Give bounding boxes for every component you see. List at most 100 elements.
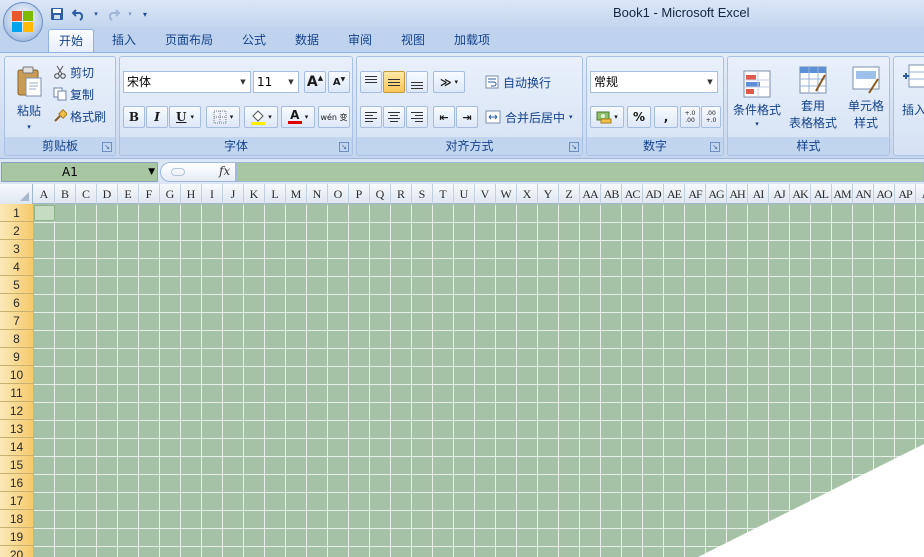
cell-styles-button[interactable]: 单元格 样式 — [842, 61, 890, 135]
orientation-button[interactable]: ≫ ▾ — [433, 71, 465, 93]
font-color-button[interactable]: A ▾ — [281, 106, 315, 128]
column-header-c[interactable]: C — [76, 184, 97, 204]
column-header-ac[interactable]: AC — [622, 184, 643, 204]
column-header-ag[interactable]: AG — [706, 184, 727, 204]
column-header-al[interactable]: AL — [811, 184, 832, 204]
tab-addins[interactable]: 加载项 — [442, 29, 502, 53]
undo-dropdown-icon[interactable]: ▾ — [92, 5, 100, 23]
row-header-5[interactable]: 5 — [0, 276, 33, 294]
cut-button[interactable]: 剪切 — [53, 62, 94, 82]
column-header-k[interactable]: K — [244, 184, 265, 204]
column-header-s[interactable]: S — [412, 184, 433, 204]
alignment-launcher-icon[interactable]: ↘ — [569, 142, 579, 152]
name-box[interactable]: A1 ▼ — [1, 162, 158, 182]
row-header-13[interactable]: 13 — [0, 420, 33, 438]
number-launcher-icon[interactable]: ↘ — [710, 142, 720, 152]
column-header-r[interactable]: R — [391, 184, 412, 204]
column-header-l[interactable]: L — [265, 184, 286, 204]
column-header-d[interactable]: D — [97, 184, 118, 204]
fill-color-button[interactable]: ▾ — [244, 106, 278, 128]
align-middle-button[interactable] — [383, 71, 405, 93]
column-header-aj[interactable]: AJ — [769, 184, 790, 204]
borders-button[interactable]: ▾ — [206, 106, 240, 128]
row-header-12[interactable]: 12 — [0, 402, 33, 420]
underline-button[interactable]: U ▾ — [169, 106, 201, 128]
customize-qat-icon[interactable]: ▾ — [138, 5, 152, 23]
phonetic-button[interactable]: wén 变 — [318, 106, 350, 128]
tab-formulas[interactable]: 公式 — [230, 29, 278, 53]
column-header-y[interactable]: Y — [538, 184, 559, 204]
column-header-e[interactable]: E — [118, 184, 139, 204]
insert-function-button[interactable]: fx — [219, 164, 230, 178]
increase-indent-button[interactable]: ⇥ — [456, 106, 478, 128]
row-header-19[interactable]: 19 — [0, 528, 33, 546]
row-header-9[interactable]: 9 — [0, 348, 33, 366]
insert-cells-button[interactable]: 插入 — [896, 61, 924, 135]
column-header-u[interactable]: U — [454, 184, 475, 204]
tab-data[interactable]: 数据 — [283, 29, 331, 53]
row-header-17[interactable]: 17 — [0, 492, 33, 510]
column-header-i[interactable]: I — [202, 184, 223, 204]
percent-button[interactable]: % — [627, 106, 651, 128]
decrease-indent-button[interactable]: ⇤ — [433, 106, 455, 128]
column-header-x[interactable]: X — [517, 184, 538, 204]
column-header-am[interactable]: AM — [832, 184, 853, 204]
wrap-text-button[interactable]: 自动换行 — [485, 71, 551, 93]
align-bottom-button[interactable] — [406, 71, 428, 93]
row-header-1[interactable]: 1 — [0, 204, 33, 222]
undo-icon[interactable] — [70, 5, 88, 23]
tab-home[interactable]: 开始 — [48, 29, 94, 53]
align-top-button[interactable] — [360, 71, 382, 93]
column-header-j[interactable]: J — [223, 184, 244, 204]
comma-style-button[interactable]: , — [654, 106, 678, 128]
row-header-11[interactable]: 11 — [0, 384, 33, 402]
row-header-15[interactable]: 15 — [0, 456, 33, 474]
column-header-aa[interactable]: AA — [580, 184, 601, 204]
row-header-3[interactable]: 3 — [0, 240, 33, 258]
row-header-16[interactable]: 16 — [0, 474, 33, 492]
format-painter-button[interactable]: 格式刷 — [53, 106, 106, 126]
grow-font-button[interactable]: A ▲ — [304, 71, 326, 93]
cell-area[interactable] — [34, 205, 924, 557]
column-header-t[interactable]: T — [433, 184, 454, 204]
column-header-ao[interactable]: AO — [874, 184, 895, 204]
format-as-table-button[interactable]: 套用 表格格式 — [786, 61, 840, 135]
conditional-format-button[interactable]: 条件格式 ▾ — [730, 61, 784, 135]
copy-button[interactable]: 复制 — [53, 84, 94, 104]
office-button[interactable] — [3, 2, 43, 42]
row-header-10[interactable]: 10 — [0, 366, 33, 384]
bold-button[interactable]: B — [123, 106, 145, 128]
tab-view[interactable]: 视图 — [389, 29, 437, 53]
column-header-h[interactable]: H — [181, 184, 202, 204]
row-header-14[interactable]: 14 — [0, 438, 33, 456]
align-center-button[interactable] — [383, 106, 405, 128]
row-header-20[interactable]: 20 — [0, 546, 33, 557]
column-header-q[interactable]: Q — [370, 184, 391, 204]
increase-decimal-button[interactable]: +.0 .00 — [680, 106, 700, 128]
formula-input[interactable] — [236, 162, 924, 182]
column-header-ai[interactable]: AI — [748, 184, 769, 204]
row-header-6[interactable]: 6 — [0, 294, 33, 312]
column-header-z[interactable]: Z — [559, 184, 580, 204]
font-name-select[interactable]: 宋体 ▼ — [123, 71, 251, 93]
column-header-b[interactable]: B — [55, 184, 76, 204]
column-header-ap[interactable]: AP — [895, 184, 916, 204]
row-header-4[interactable]: 4 — [0, 258, 33, 276]
merge-center-button[interactable]: 合并后居中 ▾ — [485, 106, 573, 128]
font-launcher-icon[interactable]: ↘ — [339, 142, 349, 152]
column-header-a[interactable]: A — [916, 184, 924, 204]
paste-button[interactable]: 粘贴 ▾ — [9, 59, 49, 137]
column-header-af[interactable]: AF — [685, 184, 706, 204]
redo-icon[interactable] — [104, 5, 122, 23]
font-size-select[interactable]: 11 ▼ — [253, 71, 299, 93]
column-header-g[interactable]: G — [160, 184, 181, 204]
row-header-7[interactable]: 7 — [0, 312, 33, 330]
column-header-o[interactable]: O — [328, 184, 349, 204]
column-header-ad[interactable]: AD — [643, 184, 664, 204]
select-all-button[interactable] — [0, 184, 33, 204]
column-header-p[interactable]: P — [349, 184, 370, 204]
column-header-ab[interactable]: AB — [601, 184, 622, 204]
shrink-font-button[interactable]: A ▼ — [328, 71, 350, 93]
column-header-ah[interactable]: AH — [727, 184, 748, 204]
tab-review[interactable]: 审阅 — [336, 29, 384, 53]
